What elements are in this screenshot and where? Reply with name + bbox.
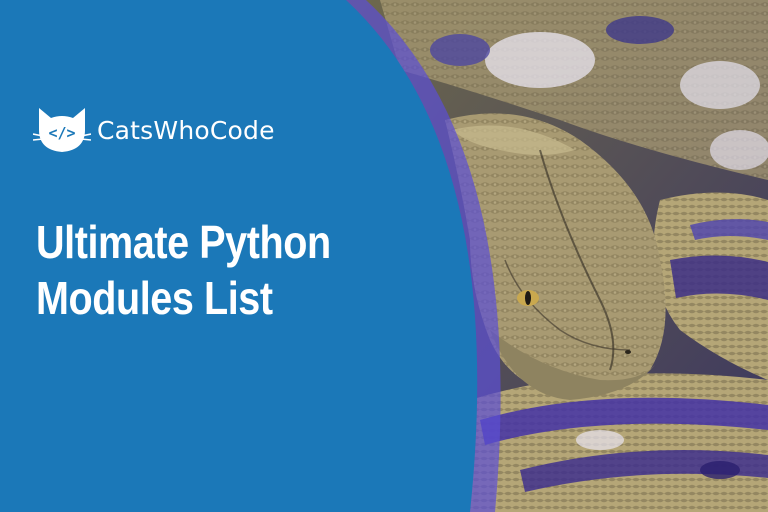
article-title: Ultimate Python Modules List <box>36 214 331 326</box>
title-line-1: Ultimate Python <box>36 216 331 268</box>
brand-name: CatsWhoCode <box>97 115 275 145</box>
title-line-2: Modules List <box>36 272 273 324</box>
logo-code-glyph: </> <box>48 124 75 142</box>
featured-image: </> CatsWhoCode Ultimate Python Modules … <box>0 0 768 512</box>
brand-logo[interactable]: </> CatsWhoCode <box>33 104 275 156</box>
cat-logo-icon: </> <box>33 108 91 152</box>
